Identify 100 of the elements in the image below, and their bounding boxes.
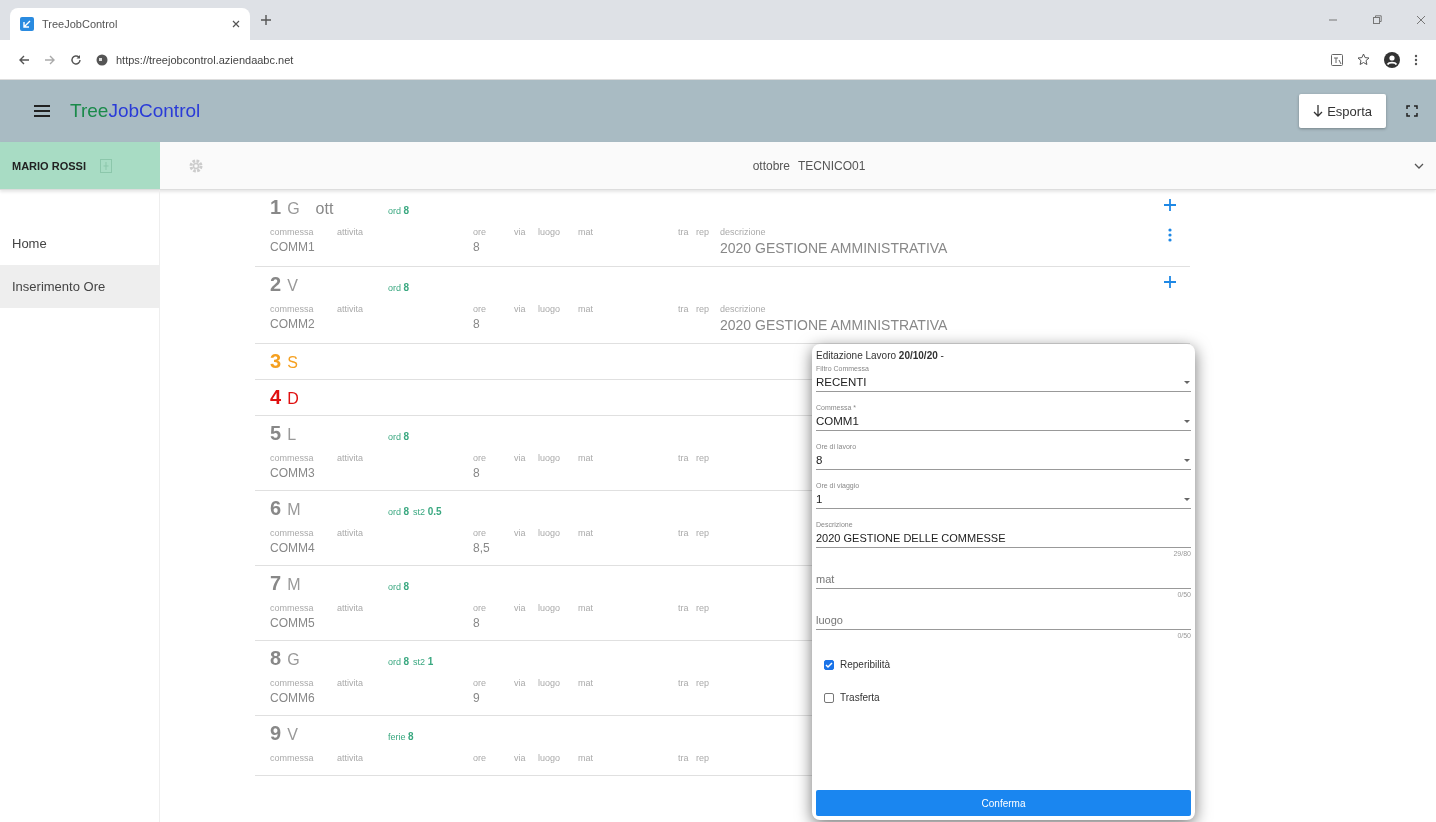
field-label: attivita [337,603,363,613]
day-number: 5 [270,422,282,445]
hours-tag: st2 1 [413,656,434,667]
close-icon[interactable] [1416,15,1426,25]
hours-tag: st2 0.5 [413,506,442,517]
field-label: ore [473,304,486,314]
field-label: attivita [337,304,363,314]
month-label: ottobre [752,158,790,173]
app-logo: TreeJobControl [70,100,202,122]
field-label: rep [696,528,709,538]
field-value: COMM5 [270,616,316,630]
field-label: mat [578,304,593,314]
weekday-letter: D [287,390,299,408]
day-number: 3 [270,350,282,373]
add-button[interactable] [1161,273,1179,291]
field-value: COMM3 [270,466,316,480]
reload-icon[interactable] [70,53,82,66]
weekday-letter: M [287,501,301,519]
field-label: via [514,227,526,237]
field-value: COMM2 [270,317,316,331]
new-tab-button[interactable] [258,12,274,28]
field-label: commessa [270,227,314,237]
field-label: luogo [538,678,561,688]
field-value: 9 [473,691,481,705]
account-icon[interactable] [1384,51,1400,68]
field-label: commessa [270,753,314,763]
day-number: 7 [270,572,282,595]
day-number: 4 [270,386,282,409]
field-label: attivita [337,678,363,688]
field-label: rep [696,678,709,688]
field-value: 8 [473,317,481,331]
field-label: luogo [538,603,561,613]
text-field[interactable]: luogo [816,614,1191,626]
weekday-letter: G [287,200,300,218]
field-label: mat [578,453,593,463]
field-label: ore [473,753,486,763]
text-field[interactable]: 2020 GESTIONE DELLE COMMESSE [816,532,1191,544]
more-button[interactable] [1166,226,1174,244]
field-label: mat [578,603,593,613]
chevron-down-icon[interactable] [1414,162,1424,169]
field-value: 8 [473,240,481,254]
caret-icon[interactable] [1183,457,1191,463]
checkbox[interactable]: Trasferta [816,684,1191,717]
field-value: 8 [473,466,481,480]
browser-tab[interactable]: TreeJobControl [10,8,250,40]
field-label: descrizione [720,304,766,314]
download-icon [1313,105,1324,117]
hours-tag: ferie 8 [388,731,414,742]
close-icon[interactable] [232,20,240,28]
field-value: 2020 GESTIONE AMMINISTRATIVA [720,317,949,333]
field-label: attivita [337,227,363,237]
weekday-letter: G [287,651,300,669]
menu-dots-icon[interactable] [1414,53,1418,66]
add-button[interactable] [1161,196,1179,214]
field-label: ore [473,678,486,688]
caret-icon[interactable] [1183,379,1191,385]
weekday-letter: L [287,426,297,444]
fullscreen-icon[interactable] [1406,105,1418,117]
field-label: luogo [538,528,561,538]
field-label: ore [473,453,486,463]
field-label: mat [578,227,593,237]
back-icon[interactable] [18,53,30,66]
weekday-letter: S [287,354,298,372]
day-number: 1 [270,196,282,219]
technician-label: TECNICO01 [798,158,866,173]
caret-icon[interactable] [1183,496,1191,502]
field-label: tra [678,603,689,613]
checkbox[interactable]: Reperibilità [816,651,1191,684]
field-label: rep [696,603,709,613]
star-icon[interactable] [1357,53,1370,66]
field-value: COMM6 [270,691,316,705]
field-label: mat [578,753,593,763]
hours-tag: ord 8 [388,506,410,517]
field-label: tra [678,304,689,314]
hours-tag: ord 8 [388,656,410,667]
field-label: rep [696,753,709,763]
field-label: luogo [538,453,561,463]
field-label: luogo [538,304,561,314]
app-favicon-icon [20,17,34,31]
day-number: 8 [270,647,282,670]
field-label: mat [578,528,593,538]
field-label: ore [473,227,486,237]
field-label: tra [678,528,689,538]
field-label: luogo [538,753,561,763]
restore-icon[interactable] [1372,15,1382,25]
caret-icon[interactable] [1183,418,1191,424]
translate-icon[interactable] [1331,53,1343,66]
sidebar-item[interactable]: Home [0,222,159,265]
menu-icon[interactable] [34,105,50,117]
hours-tag: ord 8 [388,431,410,442]
day-number: 9 [270,722,282,745]
export-button[interactable]: Esporta [1299,94,1386,128]
field-value: 8 [473,616,481,630]
sidebar-item[interactable]: Inserimento Ore [0,265,159,308]
url-text[interactable]: https://treejobcontrol.aziendaabc.net [116,53,294,66]
field-label: commessa [270,304,314,314]
text-field[interactable]: mat [816,573,1191,585]
day-number: 2 [270,273,282,296]
field-label: ore [473,603,486,613]
confirm-button[interactable]: Conferma [816,790,1191,816]
